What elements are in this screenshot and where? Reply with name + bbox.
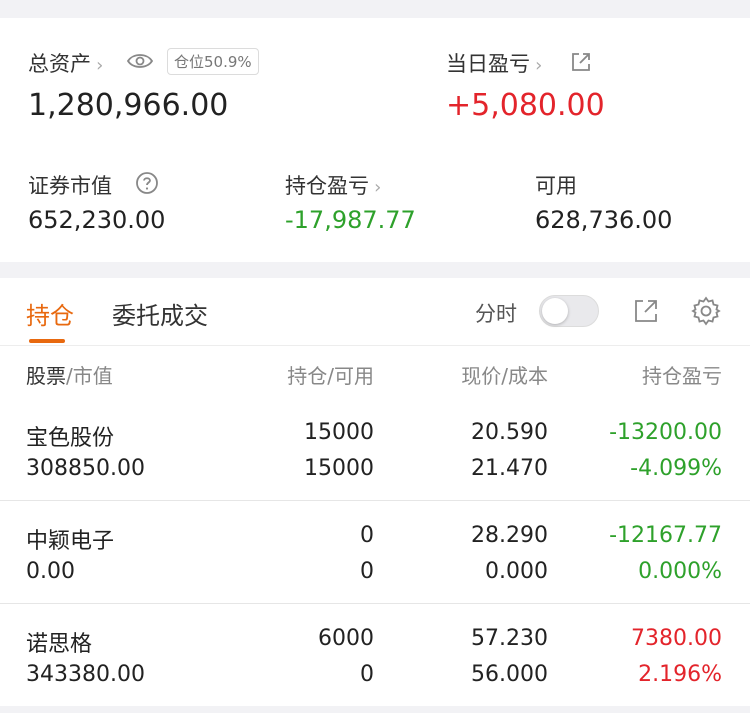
share-icon[interactable] bbox=[632, 297, 660, 329]
stock-price: 57.230 bbox=[471, 626, 548, 651]
header-stock: 股票 bbox=[26, 364, 66, 388]
header-price: 现价 bbox=[461, 364, 502, 388]
header-position-available: 持仓/可用 bbox=[287, 360, 374, 389]
stock-market-value: 0.00 bbox=[26, 559, 75, 584]
total-assets-value: 1,280,966.00 bbox=[28, 88, 229, 123]
stock-available: 15000 bbox=[304, 456, 374, 481]
total-assets-link[interactable]: 总资产 › bbox=[28, 48, 103, 78]
position-ratio-badge: 仓位50.9% bbox=[167, 48, 259, 75]
stock-pnl: -12167.77 bbox=[609, 523, 722, 548]
stock-pnl-pct: -4.099% bbox=[630, 456, 722, 481]
tabs-divider bbox=[0, 345, 750, 346]
position-pnl-label: 持仓盈亏 bbox=[285, 174, 369, 198]
header-cost: /成本 bbox=[501, 364, 548, 388]
stock-position: 0 bbox=[360, 523, 374, 548]
gear-icon[interactable] bbox=[690, 295, 722, 331]
question-icon[interactable] bbox=[135, 171, 159, 199]
stock-position: 6000 bbox=[318, 626, 374, 651]
toggle-knob bbox=[542, 298, 568, 324]
table-row[interactable]: 宝色股份 308850.00 15000 15000 20.590 21.470… bbox=[0, 398, 750, 500]
stock-name: 宝色股份 bbox=[26, 426, 115, 451]
stock-market-value: 308850.00 bbox=[26, 456, 145, 481]
positions-card: 持仓 委托成交 分时 股票/市值 持仓/可用 现价/成本 持仓盈亏 宝色股份 3… bbox=[0, 278, 750, 706]
header-position: 持仓 bbox=[287, 364, 328, 388]
header-market-value: /市值 bbox=[66, 364, 113, 388]
daily-pnl-label: 当日盈亏 bbox=[446, 52, 530, 76]
stock-available: 0 bbox=[360, 662, 374, 687]
available-label: 可用 bbox=[535, 174, 577, 198]
eye-icon[interactable] bbox=[126, 50, 154, 76]
stock-position: 15000 bbox=[304, 420, 374, 445]
position-pnl-link[interactable]: 持仓盈亏 › bbox=[285, 170, 381, 200]
available-value: 628,736.00 bbox=[535, 206, 673, 234]
market-value-label: 证券市值 bbox=[28, 174, 112, 198]
table-row[interactable]: 诺思格 343380.00 6000 0 57.230 56.000 7380.… bbox=[0, 604, 750, 706]
stock-cost: 56.000 bbox=[471, 662, 548, 687]
table-row[interactable]: 中颖电子 0.00 0 0 28.290 0.000 -12167.77 0.0… bbox=[0, 501, 750, 603]
account-summary-card: 总资产 › 仓位50.9% 1,280,966.00 当日盈亏 › +5,080… bbox=[0, 18, 750, 262]
daily-pnl-value: +5,080.00 bbox=[446, 88, 605, 123]
stock-name: 中颖电子 bbox=[26, 529, 115, 554]
tab-holdings[interactable]: 持仓 bbox=[26, 296, 74, 331]
intraday-toggle[interactable] bbox=[539, 295, 599, 327]
chevron-right-icon: › bbox=[96, 55, 104, 76]
stock-available: 0 bbox=[360, 559, 374, 584]
stock-pnl: -13200.00 bbox=[609, 420, 722, 445]
tab-active-indicator bbox=[29, 339, 65, 343]
header-price-cost: 现价/成本 bbox=[461, 360, 548, 389]
chevron-right-icon: › bbox=[535, 55, 543, 76]
stock-pnl-pct: 2.196% bbox=[638, 662, 722, 687]
stock-market-value: 343380.00 bbox=[26, 662, 145, 687]
daily-pnl-link[interactable]: 当日盈亏 › bbox=[446, 48, 542, 78]
stock-cost: 0.000 bbox=[485, 559, 548, 584]
total-assets-label: 总资产 bbox=[28, 52, 91, 76]
chevron-right-icon: › bbox=[374, 177, 382, 198]
market-value: 652,230.00 bbox=[28, 206, 166, 234]
stock-price: 20.590 bbox=[471, 420, 548, 445]
stock-pnl: 7380.00 bbox=[631, 626, 722, 651]
position-pnl-value: -17,987.77 bbox=[285, 206, 416, 234]
external-link-icon[interactable] bbox=[570, 51, 592, 77]
stock-pnl-pct: 0.000% bbox=[638, 559, 722, 584]
stock-name: 诺思格 bbox=[26, 632, 93, 657]
tab-orders[interactable]: 委托成交 bbox=[112, 296, 208, 331]
header-stock-market-value: 股票/市值 bbox=[26, 360, 113, 389]
market-value-label-group: 证券市值 bbox=[28, 170, 112, 200]
stock-price: 28.290 bbox=[471, 523, 548, 548]
intraday-label: 分时 bbox=[475, 302, 517, 326]
header-pnl: 持仓盈亏 bbox=[642, 364, 722, 388]
stock-cost: 21.470 bbox=[471, 456, 548, 481]
header-available: /可用 bbox=[327, 364, 374, 388]
